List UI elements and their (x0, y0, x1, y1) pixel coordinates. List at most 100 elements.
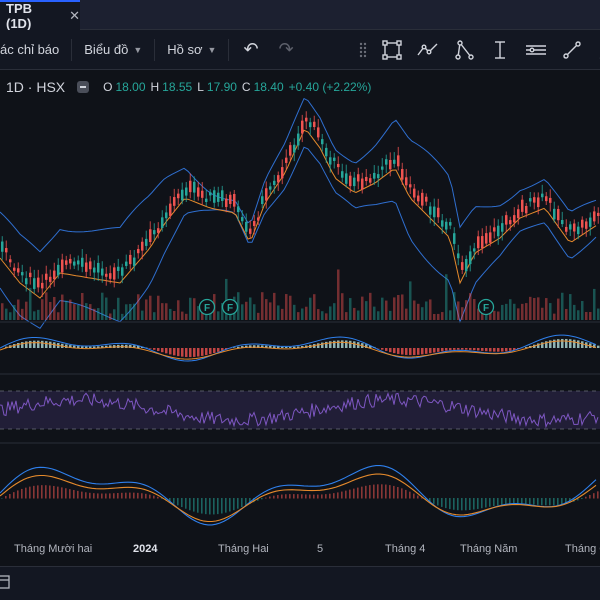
candle-body (429, 206, 432, 215)
redo-button[interactable]: ↷ (279, 39, 294, 60)
volume-bar (93, 308, 96, 320)
candle-body (181, 189, 184, 201)
indicators-button[interactable]: ác chỉ báo (0, 42, 59, 57)
oscillator-histogram-bar (509, 498, 511, 505)
oscillator-histogram-bar (589, 494, 591, 499)
candle-body (57, 264, 60, 276)
symbol-legend: 1D · HSX O 18.00 H 18.55 L 17.90 C 18.40 +0.… (0, 76, 600, 98)
oscillator-histogram-bar (433, 498, 435, 504)
oscillator-histogram-bar (105, 493, 107, 499)
oscillator-histogram-bar (129, 492, 131, 499)
macd-histogram-bar (37, 340, 40, 348)
chart-type-button[interactable]: Biểu đồ ▼ (84, 42, 142, 57)
macd-histogram-bar (209, 348, 212, 355)
candle-body (125, 261, 128, 266)
candle-body (593, 211, 596, 222)
macd-histogram-bar (49, 341, 52, 348)
oscillator-histogram-bar (365, 485, 367, 499)
candle-body (537, 197, 540, 208)
calendar-icon[interactable] (0, 573, 10, 594)
candle-body (245, 221, 248, 232)
candle-body (165, 212, 168, 219)
candle-body (141, 241, 144, 251)
macd-histogram-bar (165, 348, 168, 354)
macd-histogram-bar (477, 348, 480, 351)
profile-button[interactable]: Hồ sơ ▼ (167, 42, 216, 57)
candle-body (425, 196, 428, 202)
tab-tpb-1d[interactable]: TPB (1D) ✕ (0, 0, 80, 31)
candle-body (529, 198, 532, 202)
oscillator-histogram-bar (217, 498, 219, 515)
text-cursor-icon[interactable] (482, 39, 518, 61)
volume-bar (581, 301, 584, 320)
candle-body (345, 173, 348, 184)
candle-body (509, 220, 512, 225)
oscillator-histogram-bar (597, 491, 599, 499)
candle-body (577, 226, 580, 235)
oscillator-histogram-bar (357, 487, 359, 499)
candle-body (169, 203, 172, 216)
undo-button[interactable]: ↶ (243, 39, 258, 60)
event-marker-label: F (204, 303, 210, 314)
candle-body (253, 221, 256, 226)
volume-bar (585, 311, 588, 320)
oscillator-histogram-bar (141, 493, 143, 499)
volume-bar (409, 281, 412, 320)
macd-histogram-bar (289, 346, 292, 348)
polyline-icon[interactable] (410, 39, 446, 61)
collapse-icon[interactable] (77, 81, 90, 93)
candle-body (473, 248, 476, 252)
toolbar-divider (228, 38, 230, 61)
macd-histogram-bar (285, 346, 288, 348)
volume-bar (449, 310, 452, 320)
candle-body (297, 133, 300, 146)
oscillator-histogram-bar (385, 484, 387, 499)
oscillator-histogram-bar (317, 494, 319, 499)
oscillator-histogram-bar (65, 488, 67, 499)
candle-body (417, 195, 420, 202)
price-chart[interactable]: FFF (0, 98, 600, 535)
oscillator-histogram-bar (557, 498, 559, 505)
event-marker-label: F (227, 303, 233, 314)
candle-body (329, 157, 332, 165)
volume-bar (41, 299, 44, 320)
volume-bar (565, 308, 568, 320)
symbol-label[interactable]: 1D · HSX (6, 79, 65, 95)
pencil-icon[interactable] (590, 39, 600, 61)
time-axis-label: Tháng 6 (565, 543, 600, 555)
volume-bar (589, 312, 592, 320)
volume-bar (249, 297, 252, 320)
oscillator-histogram-bar (81, 491, 83, 499)
undo-icon: ↶ (243, 39, 259, 59)
macd-histogram-bar (409, 348, 412, 356)
time-axis-label: Tháng Hai (218, 543, 269, 555)
oscillator-histogram-bar (409, 491, 411, 499)
volume-bar (109, 313, 112, 320)
oscillator-histogram-bar (313, 494, 315, 499)
close-icon[interactable]: ✕ (69, 8, 80, 24)
volume-bar (85, 303, 88, 320)
macd-histogram-bar (333, 340, 336, 348)
volume-bar (105, 297, 108, 320)
open-key: O (103, 80, 113, 94)
volume-bar (413, 300, 416, 320)
oscillator-histogram-bar (177, 498, 179, 506)
macd-histogram-bar (393, 348, 396, 354)
grid-dots-icon[interactable] (352, 42, 374, 58)
rectangle-icon[interactable] (374, 39, 410, 61)
candle-body (25, 278, 28, 285)
trend-line-icon[interactable] (554, 39, 590, 61)
triangle-icon[interactable] (446, 39, 482, 61)
candle-body (269, 186, 272, 190)
candle-body (113, 267, 116, 280)
candle-body (213, 190, 216, 203)
oscillator-histogram-bar (45, 485, 47, 499)
oscillator-histogram-bar (473, 498, 475, 510)
macd-histogram-bar (185, 348, 188, 358)
volume-bar (181, 311, 184, 320)
horizontal-line-icon[interactable] (518, 39, 554, 61)
oscillator-histogram-bar (89, 492, 91, 499)
volume-bar (401, 294, 404, 320)
volume-bar (169, 308, 172, 320)
volume-bar (405, 308, 408, 320)
